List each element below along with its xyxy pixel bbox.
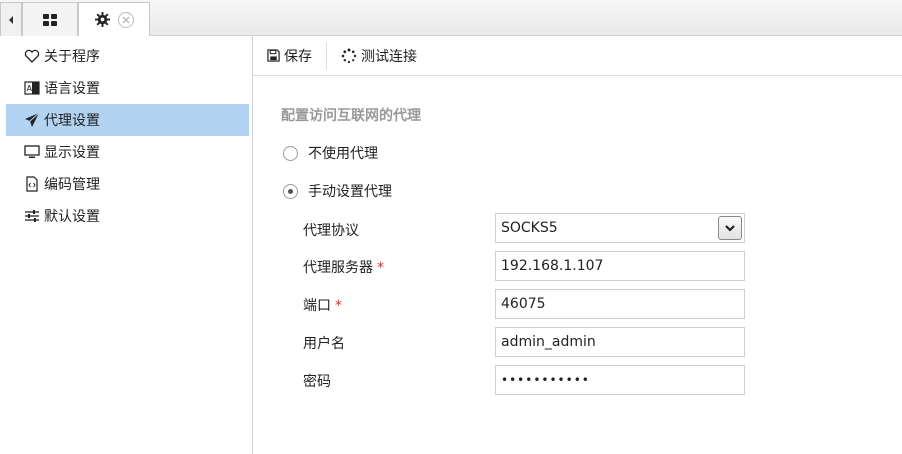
sidebar-item-language[interactable]: A 语言设置: [6, 72, 249, 104]
port-input[interactable]: 46075: [495, 289, 745, 319]
sliders-icon: [24, 208, 40, 224]
protocol-value: SOCKS5: [501, 220, 558, 236]
sidebar-item-label: 编码管理: [44, 177, 100, 193]
password-input[interactable]: •••••••••••: [495, 365, 745, 395]
radio-button[interactable]: [283, 145, 298, 161]
username-label: 用户名: [303, 336, 345, 352]
spinner-icon: [341, 48, 357, 63]
protocol-label: 代理协议: [303, 223, 359, 239]
sidebar-item-label: 语言设置: [44, 81, 100, 97]
sidebar-item-label: 关于程序: [44, 49, 100, 65]
tab-scroll-left-button[interactable]: [0, 2, 22, 36]
password-label: 密码: [303, 374, 331, 390]
sidebar-item-label: 默认设置: [44, 209, 100, 225]
language-icon: A: [24, 80, 40, 96]
sidebar-item-defaults[interactable]: 默认设置: [6, 200, 249, 232]
code-file-icon: [24, 176, 40, 192]
toolbar: 保存 测试连接: [253, 36, 902, 76]
username-input[interactable]: admin_admin: [495, 327, 745, 357]
paper-plane-icon: [24, 112, 40, 128]
heart-icon: [24, 48, 40, 64]
svg-text:A: A: [27, 84, 33, 93]
radio-button-checked[interactable]: [283, 183, 298, 199]
sidebar: 关于程序 A 语言设置 代理设置 显示设置 编码管理 默认设置: [0, 36, 253, 454]
gear-icon: [94, 12, 110, 27]
close-icon: [122, 16, 129, 23]
section-title: 配置访问互联网的代理: [281, 108, 421, 124]
close-tab-button[interactable]: [117, 11, 134, 28]
radio-manual-proxy[interactable]: 手动设置代理: [283, 181, 392, 201]
save-button[interactable]: 保存: [253, 36, 326, 76]
save-label: 保存: [284, 48, 312, 65]
test-connection-button[interactable]: 测试连接: [327, 36, 431, 76]
sidebar-item-encoding[interactable]: 编码管理: [6, 168, 249, 200]
protocol-select[interactable]: SOCKS5: [495, 213, 745, 243]
dropdown-button[interactable]: [718, 216, 742, 240]
tab-apps[interactable]: [22, 2, 78, 36]
server-label: 代理服务器 *: [303, 260, 384, 276]
sidebar-item-about[interactable]: 关于程序: [6, 40, 249, 72]
radio-no-proxy[interactable]: 不使用代理: [283, 143, 378, 163]
chevron-down-icon: [725, 224, 735, 232]
sidebar-item-label: 显示设置: [44, 145, 100, 161]
caret-left-icon: [9, 15, 13, 24]
radio-label: 手动设置代理: [308, 184, 392, 200]
save-icon: [267, 49, 280, 62]
sidebar-item-label: 代理设置: [44, 113, 100, 129]
grid-icon: [43, 13, 57, 26]
required-mark: *: [335, 298, 342, 314]
tab-settings[interactable]: [78, 2, 150, 36]
monitor-icon: [24, 144, 40, 160]
required-mark: *: [377, 260, 384, 276]
tab-bar: [0, 0, 902, 36]
radio-label: 不使用代理: [308, 146, 378, 162]
server-input[interactable]: 192.168.1.107: [495, 251, 745, 281]
sidebar-item-display[interactable]: 显示设置: [6, 136, 249, 168]
port-label: 端口 *: [303, 298, 342, 314]
proxy-settings-panel: 配置访问互联网的代理 不使用代理 手动设置代理 代理协议 SOCKS5 代理服务…: [253, 77, 902, 454]
test-connection-label: 测试连接: [361, 48, 417, 65]
sidebar-item-proxy[interactable]: 代理设置: [6, 104, 249, 136]
